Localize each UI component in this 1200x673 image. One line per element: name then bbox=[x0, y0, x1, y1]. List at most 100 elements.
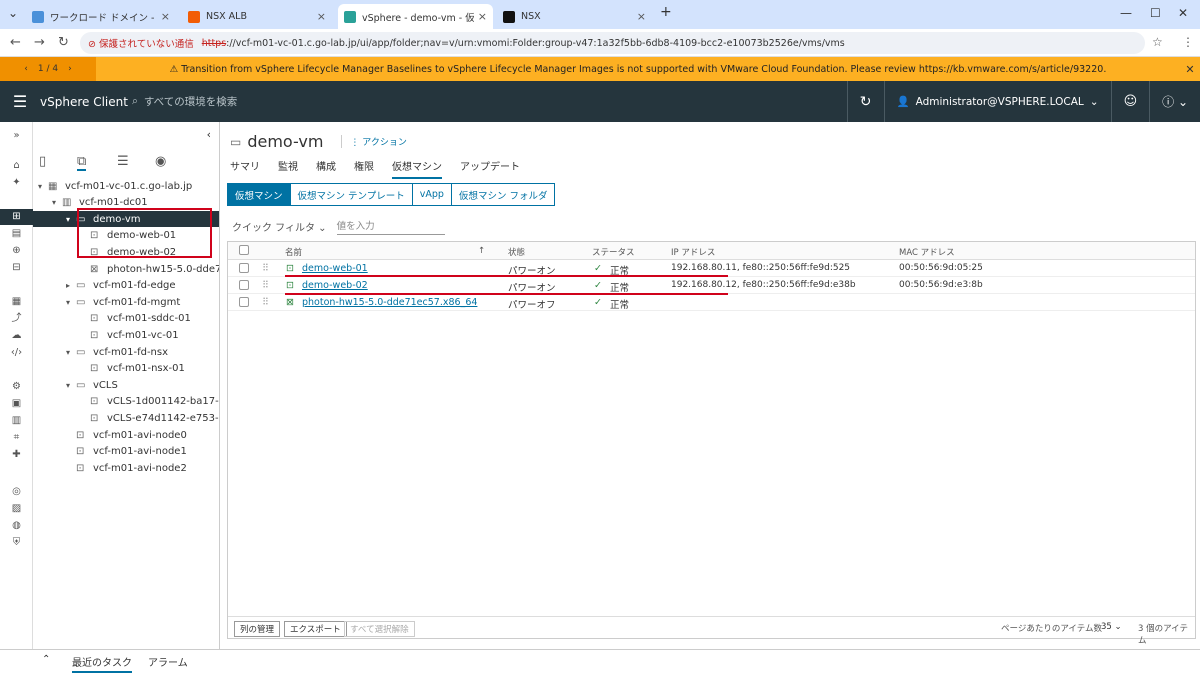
admin-icon[interactable]: ⚙ bbox=[0, 379, 33, 395]
tree-item[interactable]: ⊡ vcf-m01-sddc-01 bbox=[80, 311, 191, 327]
hamburger-icon[interactable]: ☰ bbox=[0, 92, 40, 111]
browser-tab-nsx[interactable]: NSX × bbox=[497, 4, 652, 29]
table-row[interactable]: ⠿ ⊠ photon-hw15-5.0-dde71ec57.x86_64 パワーオフ ✓… bbox=[228, 294, 1195, 311]
workload-icon[interactable]: ⊕ bbox=[0, 243, 33, 259]
forward-icon[interactable]: → bbox=[34, 35, 45, 50]
next-icon[interactable]: › bbox=[68, 64, 72, 74]
tab-3[interactable]: 権限 bbox=[354, 158, 374, 179]
filter-value-input[interactable]: 値を入力 bbox=[336, 218, 445, 235]
close-icon[interactable]: × bbox=[478, 10, 487, 23]
home-icon[interactable]: ⌂ bbox=[0, 158, 33, 174]
row-checkbox[interactable] bbox=[239, 280, 249, 290]
storage-icon[interactable]: ☰ bbox=[117, 154, 129, 169]
expand-caret-icon[interactable]: ▾ bbox=[52, 198, 62, 207]
tree-item[interactable]: ▾ ▦ vcf-m01-vc-01.c.go-lab.jp bbox=[38, 178, 192, 194]
actions-menu[interactable]: ⋮ アクション bbox=[341, 135, 407, 148]
col-state[interactable]: 状態 bbox=[508, 246, 525, 258]
subtab-0[interactable]: 仮想マシン bbox=[227, 183, 291, 206]
cloud-icon[interactable]: ☁ bbox=[0, 328, 33, 344]
back-icon[interactable]: ← bbox=[10, 35, 21, 50]
new-tab-button[interactable]: + bbox=[660, 4, 672, 20]
inventory-icon[interactable]: ⊞ bbox=[0, 209, 33, 225]
hosts-clusters-icon[interactable]: ▯ bbox=[39, 154, 46, 169]
expand-caret-icon[interactable]: ▾ bbox=[38, 182, 48, 191]
tab-2[interactable]: 構成 bbox=[316, 158, 336, 179]
chevron-up-icon[interactable]: ⌃ bbox=[42, 654, 50, 665]
col-ip[interactable]: IP アドレス bbox=[671, 246, 715, 258]
close-window-icon[interactable]: ✕ bbox=[1178, 6, 1188, 20]
tasks-icon[interactable]: ▣ bbox=[0, 396, 33, 412]
tree-item[interactable]: ▸ ▭ vcf-m01-fd-edge bbox=[66, 278, 176, 294]
browser-tab-vsphere[interactable]: vSphere - demo-vm - 仮想マシン × bbox=[338, 4, 493, 29]
expand-caret-icon[interactable]: ▸ bbox=[66, 281, 76, 290]
content-library-icon[interactable]: ▤ bbox=[0, 226, 33, 242]
auto-deploy-icon[interactable]: ⤴ bbox=[0, 311, 33, 327]
alarms-tab[interactable]: アラーム bbox=[148, 654, 188, 669]
user-menu[interactable]: 👤 Administrator@VSPHERE.LOCAL ⌄ bbox=[885, 81, 1111, 122]
expand-caret-icon[interactable]: ▾ bbox=[66, 348, 76, 357]
tree-item[interactable]: ⊡ vcf-m01-avi-node0 bbox=[66, 427, 187, 443]
row-checkbox[interactable] bbox=[239, 297, 249, 307]
tab-5[interactable]: アップデート bbox=[460, 158, 520, 179]
tree-item[interactable]: ⊡ vCLS-e74d1142-e753-0... bbox=[80, 410, 219, 426]
tab-1[interactable]: 監視 bbox=[278, 158, 298, 179]
manage-columns-button[interactable]: 列の管理 bbox=[234, 621, 281, 637]
browser-tab-nsx-alb[interactable]: NSX ALB × bbox=[182, 4, 332, 29]
col-name[interactable]: 名前 bbox=[285, 246, 302, 258]
select-all-checkbox[interactable] bbox=[239, 245, 249, 255]
collapse-icon[interactable]: ‹ bbox=[207, 128, 211, 141]
lifecycle-icon[interactable]: ◎ bbox=[0, 484, 33, 500]
bookmark-star-icon[interactable]: ☆ bbox=[1152, 35, 1163, 49]
drag-handle-icon[interactable]: ⠿ bbox=[262, 297, 269, 308]
vm-name-link[interactable]: photon-hw15-5.0-dde71ec57.x86_64 bbox=[302, 297, 477, 308]
sort-up-icon[interactable]: ↑ bbox=[478, 246, 485, 256]
recent-tasks-tab[interactable]: 最近のタスク bbox=[72, 654, 132, 673]
drag-handle-icon[interactable]: ⠿ bbox=[262, 263, 269, 274]
drag-handle-icon[interactable]: ⠿ bbox=[262, 280, 269, 291]
events-icon[interactable]: ▥ bbox=[0, 413, 33, 429]
policies-icon[interactable]: ▦ bbox=[0, 294, 33, 310]
plugins-icon[interactable]: ✚ bbox=[0, 447, 33, 463]
tree-item[interactable]: ⊡ vcf-m01-nsx-01 bbox=[80, 361, 185, 377]
col-status[interactable]: ステータス bbox=[592, 246, 635, 258]
maximize-icon[interactable]: ☐ bbox=[1150, 6, 1161, 20]
subtab-2[interactable]: vApp bbox=[411, 183, 452, 206]
prev-icon[interactable]: ‹ bbox=[24, 64, 28, 74]
row-checkbox[interactable] bbox=[239, 263, 249, 273]
quick-filter-dropdown[interactable]: クイック フィルタ ⌄ bbox=[232, 219, 327, 234]
insecure-badge[interactable]: ⊘ 保護されていない通信 bbox=[88, 36, 194, 50]
close-icon[interactable]: × bbox=[161, 10, 170, 23]
tab-4[interactable]: 仮想マシン bbox=[392, 158, 442, 179]
draft-icon[interactable]: ▨ bbox=[0, 501, 33, 517]
subtab-3[interactable]: 仮想マシン フォルダ bbox=[450, 183, 556, 206]
tree-item[interactable]: ▾ ▭ vcf-m01-fd-nsx bbox=[66, 344, 168, 360]
feedback-icon[interactable]: ☺ bbox=[1112, 81, 1150, 122]
vms-templates-icon[interactable]: ⧉ bbox=[77, 154, 87, 171]
tree-item[interactable]: ▾ ▭ vcf-m01-fd-mgmt bbox=[66, 294, 180, 310]
tree-item[interactable]: ⊡ vcf-m01-vc-01 bbox=[80, 327, 179, 343]
url-field[interactable]: ⊘ 保護されていない通信 https://vcf-m01-vc-01.c.go-… bbox=[80, 32, 1145, 54]
tree-item[interactable]: ⊠ photon-hw15-5.0-dde7... bbox=[80, 261, 219, 277]
per-page-select[interactable]: 35 ⌄ bbox=[1101, 622, 1122, 632]
close-icon[interactable]: ✕ bbox=[1180, 63, 1200, 76]
minimize-icon[interactable]: — bbox=[1120, 6, 1132, 20]
developer-icon[interactable]: ‹/› bbox=[0, 345, 33, 361]
subtab-1[interactable]: 仮想マシン テンプレート bbox=[289, 183, 413, 206]
tree-item[interactable]: ⊡ vcf-m01-avi-node2 bbox=[66, 460, 187, 476]
network-icon[interactable]: ◉ bbox=[155, 154, 166, 169]
tab-list-icon[interactable]: ⌄ bbox=[8, 6, 18, 20]
close-icon[interactable]: × bbox=[317, 10, 326, 23]
tags-icon[interactable]: ⌗ bbox=[0, 430, 33, 446]
skyline-icon[interactable]: ◍ bbox=[0, 518, 33, 534]
global-inventory-icon[interactable]: ⊟ bbox=[0, 260, 33, 276]
refresh-icon[interactable]: ↻ bbox=[848, 81, 884, 122]
tab-0[interactable]: サマリ bbox=[230, 158, 260, 179]
global-search[interactable]: ⌕ すべての環境を検索 bbox=[132, 94, 847, 109]
deselect-all-button[interactable]: すべて選択解除 bbox=[344, 621, 415, 637]
security-icon[interactable]: ⛨ bbox=[0, 535, 33, 551]
expand-caret-icon[interactable]: ▾ bbox=[66, 215, 76, 224]
menu-dots-icon[interactable]: ⋮ bbox=[1182, 35, 1194, 49]
expand-icon[interactable]: » bbox=[0, 128, 33, 144]
tree-item[interactable]: ⊡ vCLS-1d001142-ba17-a... bbox=[80, 394, 219, 410]
col-mac[interactable]: MAC アドレス bbox=[899, 246, 955, 258]
